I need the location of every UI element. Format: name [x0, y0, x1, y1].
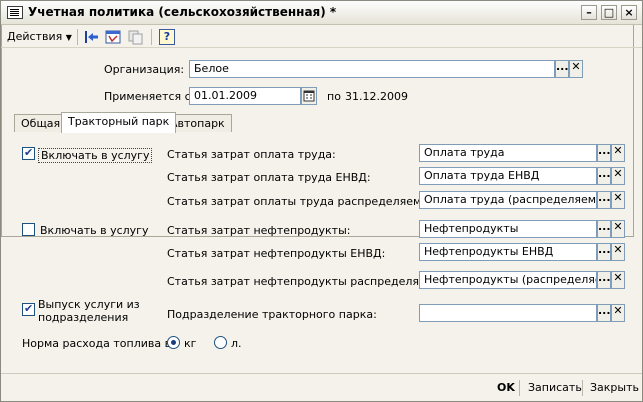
actions-label: Действия [7, 30, 63, 43]
subdivision-field[interactable] [419, 304, 597, 322]
fuel-unit-kg-label: кг [184, 337, 197, 350]
copy-icon[interactable] [127, 29, 143, 45]
organization-field[interactable]: Белое [189, 60, 555, 78]
fuel-distributed-clear-icon[interactable]: ✕ [611, 271, 625, 289]
footer-separator [582, 380, 583, 396]
minimize-button[interactable]: – [581, 5, 597, 20]
table-settings-icon[interactable] [105, 29, 121, 45]
title-bar[interactable]: Учетная политика (сельскохозяйственная) … [1, 1, 642, 25]
footer-separator [519, 380, 520, 396]
bottom-bar: OK Записать Закрыть [1, 373, 642, 401]
ok-button[interactable]: OK [497, 381, 515, 394]
back-arrow-icon[interactable] [83, 29, 99, 45]
row-label-fuel-distributed: Статья затрат нефтепродукты распределяем… [167, 275, 452, 288]
subdivision-clear-icon[interactable]: ✕ [611, 304, 625, 322]
date-from-field[interactable]: 01.01.2009 [189, 87, 301, 105]
labor-clear-icon[interactable]: ✕ [611, 144, 625, 162]
row-label-fuel: Статья затрат нефтепродукты: [167, 224, 351, 237]
close-window-button[interactable]: × [621, 5, 637, 20]
include-in-service-checkbox-1[interactable] [22, 146, 35, 160]
to-label: по [327, 90, 341, 103]
organization-label: Организация: [104, 63, 185, 76]
labor-envd-field[interactable]: Оплата труда ЕНВД [419, 167, 597, 185]
labor-select-button[interactable]: ... [597, 144, 611, 162]
tab-general[interactable]: Общая [14, 114, 68, 132]
service-output-label-line2: подразделения [38, 311, 129, 324]
window-title: Учетная политика (сельскохозяйственная) … [28, 5, 337, 19]
dialog-window: Учетная политика (сельскохозяйственная) … [0, 0, 643, 402]
close-button[interactable]: Закрыть [590, 381, 639, 394]
organization-select-button[interactable]: ... [555, 60, 569, 78]
document-icon [7, 6, 23, 19]
labor-field[interactable]: Оплата труда [419, 144, 597, 162]
date-to-value: 31.12.2009 [345, 90, 408, 103]
dropdown-arrow-icon: ▼ [65, 33, 72, 42]
labor-distributed-field[interactable]: Оплата труда (распределяемая) [419, 191, 597, 209]
service-output-checkbox[interactable] [22, 302, 35, 316]
row-label-fuel-envd: Статья затрат нефтепродукты ЕНВД: [167, 247, 386, 260]
fuel-envd-clear-icon[interactable]: ✕ [611, 243, 625, 261]
applies-from-label: Применяется с: [104, 90, 195, 103]
fuel-distributed-field[interactable]: Нефтепродукты (распределяемые) [419, 271, 597, 289]
actions-menu-button[interactable]: Действия ▼ [7, 30, 72, 43]
tab-tractor-park[interactable]: Тракторный парк [61, 112, 177, 133]
row-label-labor: Статья затрат оплата труда: [167, 148, 336, 161]
include-in-service-label-2: Включать в услугу [40, 224, 149, 237]
row-label-labor-envd: Статья затрат оплата труда ЕНВД: [167, 171, 371, 184]
service-output-label-line1: Выпуск услуги из [38, 298, 140, 311]
fuel-unit-kg-radio[interactable] [167, 336, 180, 349]
fuel-select-button[interactable]: ... [597, 220, 611, 238]
toolbar-separator [77, 29, 78, 45]
fuel-norm-label: Норма расхода топлива в: [22, 337, 175, 350]
labor-distributed-clear-icon[interactable]: ✕ [611, 191, 625, 209]
organization-clear-icon[interactable]: ✕ [569, 60, 583, 78]
calendar-icon[interactable] [301, 87, 317, 105]
maximize-button[interactable]: □ [601, 5, 617, 20]
labor-envd-clear-icon[interactable]: ✕ [611, 167, 625, 185]
help-icon[interactable]: ? [159, 29, 175, 45]
labor-distributed-select-button[interactable]: ... [597, 191, 611, 209]
subdivision-select-button[interactable]: ... [597, 304, 611, 322]
fuel-distributed-select-button[interactable]: ... [597, 271, 611, 289]
toolbar-separator [151, 29, 152, 45]
fuel-field[interactable]: Нефтепродукты [419, 220, 597, 238]
include-in-service-checkbox-2[interactable] [22, 223, 35, 236]
toolbar: Действия ▼ ? [1, 26, 642, 48]
labor-envd-select-button[interactable]: ... [597, 167, 611, 185]
include-in-service-label-1: Включать в услугу [38, 148, 153, 163]
fuel-unit-l-label: л. [231, 337, 242, 350]
row-label-subdivision: Подразделение тракторного парка: [167, 308, 377, 321]
row-label-labor-distributed: Статья затрат оплаты труда распределяема… [167, 195, 439, 208]
fuel-unit-l-radio[interactable] [214, 336, 227, 349]
fuel-envd-select-button[interactable]: ... [597, 243, 611, 261]
fuel-envd-field[interactable]: Нефтепродукты ЕНВД [419, 243, 597, 261]
fuel-clear-icon[interactable]: ✕ [611, 220, 625, 238]
save-button[interactable]: Записать [528, 381, 582, 394]
